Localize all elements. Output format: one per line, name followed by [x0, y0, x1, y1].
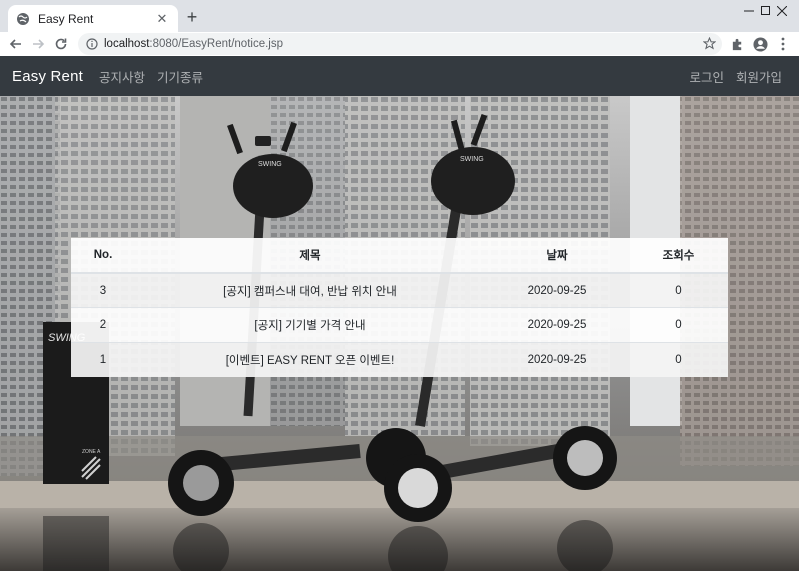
row-date: 2020-09-25: [485, 307, 629, 342]
table-header-row: No. 제목 날짜 조회수: [71, 238, 728, 274]
row-views: 0: [629, 341, 728, 377]
browser-toolbar: localhost:8080/EasyRent/notice.jsp: [0, 32, 799, 56]
close-window-icon[interactable]: [765, 0, 799, 22]
row-views: 0: [629, 272, 728, 308]
row-title-link[interactable]: [이벤트] EASY RENT 오픈 이벤트!: [135, 341, 485, 377]
row-date: 2020-09-25: [485, 272, 629, 308]
row-title-link[interactable]: [공지] 캠퍼스내 대여, 반납 위치 안내: [135, 272, 485, 308]
url-host: localhost: [104, 38, 150, 50]
row-views: 0: [629, 307, 728, 342]
page-viewport: SWING ZONE A SWING SWING Easy Rent 공지사항 …: [0, 56, 799, 571]
nav-link-devices[interactable]: 기기종류: [157, 67, 203, 86]
header-date: 날짜: [485, 238, 629, 274]
url-text: localhost:8080/EasyRent/notice.jsp: [104, 38, 283, 50]
row-no: 2: [71, 307, 135, 342]
puzzle-icon[interactable]: [727, 34, 747, 54]
table-row[interactable]: 2 [공지] 기기별 가격 안내 2020-09-25 0: [71, 307, 728, 342]
browser-tab[interactable]: Easy Rent ✕: [8, 5, 178, 32]
reload-icon[interactable]: [50, 33, 72, 55]
nav-right-group: 로그인 회원가입: [677, 56, 782, 96]
arrow-left-icon[interactable]: [5, 33, 27, 55]
url-path: :8080/EasyRent/notice.jsp: [149, 38, 283, 50]
brand-logo[interactable]: Easy Rent: [12, 68, 83, 85]
browser-titlebar: Easy Rent ✕ +: [0, 0, 799, 32]
tab-title: Easy Rent: [38, 11, 94, 26]
notice-table: No. 제목 날짜 조회수 3 [공지] 캠퍼스내 대여, 반납 위치 안내 2…: [71, 238, 728, 377]
header-views: 조회수: [629, 238, 728, 274]
notice-table-container: No. 제목 날짜 조회수 3 [공지] 캠퍼스내 대여, 반납 위치 안내 2…: [71, 238, 728, 377]
globe-icon: [16, 12, 30, 26]
row-date: 2020-09-25: [485, 341, 629, 377]
site-navbar: Easy Rent 공지사항 기기종류 로그인 회원가입: [0, 56, 799, 96]
tab-close-icon[interactable]: ✕: [154, 11, 170, 27]
table-row[interactable]: 3 [공지] 캠퍼스내 대여, 반납 위치 안내 2020-09-25 0: [71, 272, 728, 308]
account-icon[interactable]: [750, 34, 770, 54]
arrow-right-icon[interactable]: [27, 33, 49, 55]
star-icon[interactable]: [702, 36, 717, 55]
table-row[interactable]: 1 [이벤트] EASY RENT 오픈 이벤트! 2020-09-25 0: [71, 341, 728, 377]
info-icon[interactable]: [86, 38, 98, 50]
nav-link-notice[interactable]: 공지사항: [99, 67, 145, 86]
address-bar[interactable]: localhost:8080/EasyRent/notice.jsp: [78, 33, 722, 55]
nav-link-signup[interactable]: 회원가입: [736, 67, 782, 86]
board-zone: ZONE A: [82, 449, 101, 455]
helmet-logo-left: SWING: [258, 161, 282, 168]
nav-link-login[interactable]: 로그인: [689, 67, 724, 86]
kebab-menu-icon[interactable]: [773, 34, 793, 54]
header-title: 제목: [135, 238, 485, 274]
row-no: 1: [71, 341, 135, 377]
helmet-logo-right: SWING: [460, 156, 484, 163]
new-tab-button[interactable]: +: [182, 7, 202, 27]
header-no: No.: [71, 238, 135, 274]
row-no: 3: [71, 272, 135, 308]
row-title-link[interactable]: [공지] 기기별 가격 안내: [135, 307, 485, 342]
